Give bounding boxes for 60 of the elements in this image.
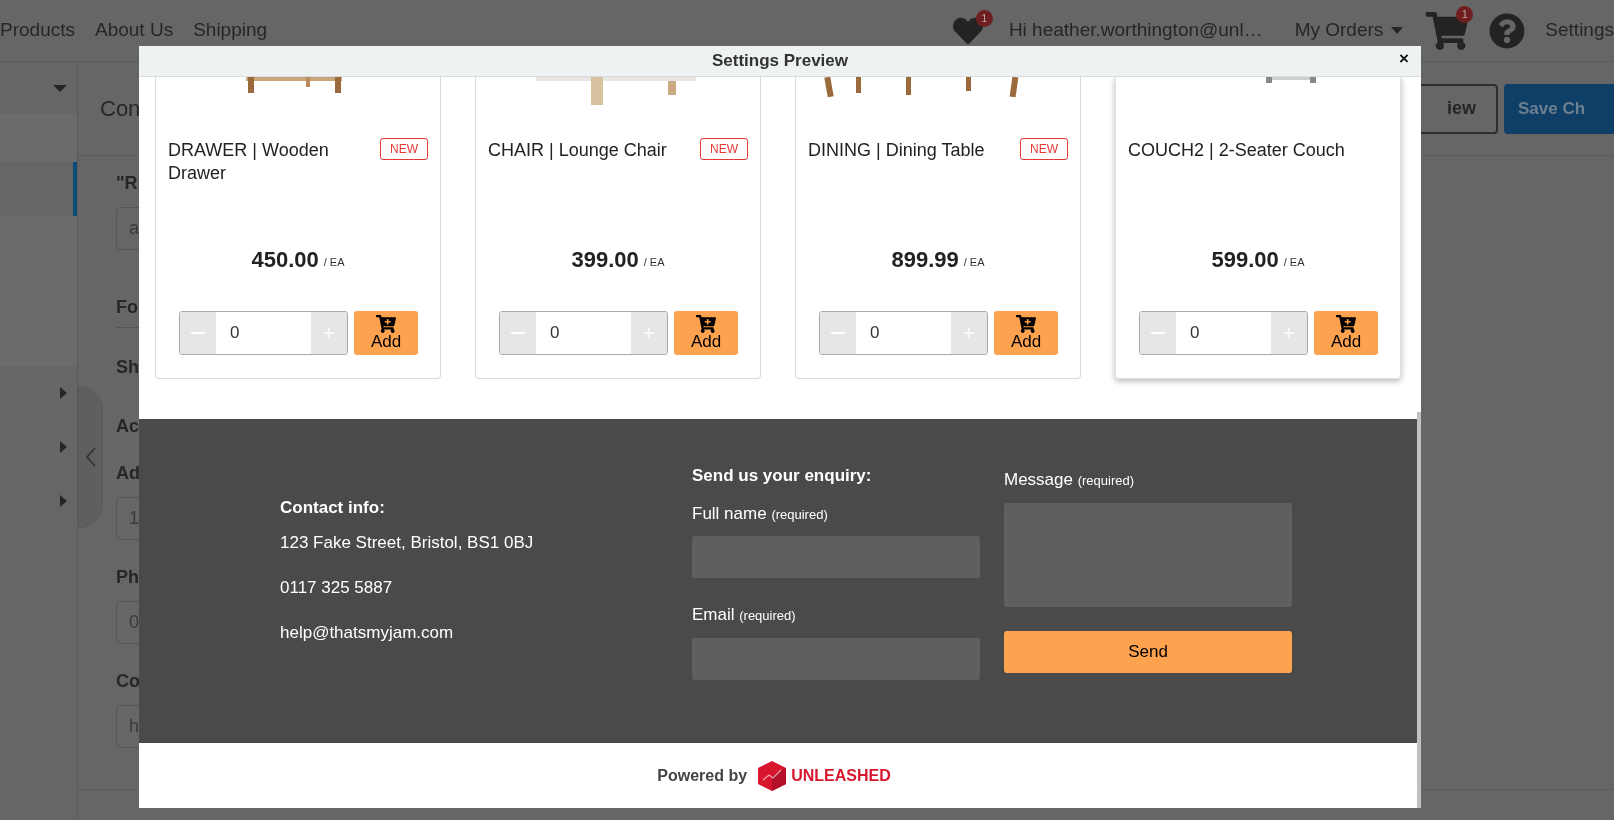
enquiry-heading: Send us your enquiry: [692, 465, 873, 487]
product-title[interactable]: DRAWER | Wooden Drawer [168, 139, 374, 185]
sidebar-item[interactable] [0, 216, 77, 366]
new-badge: NEW [380, 138, 428, 160]
close-button[interactable]: × [1397, 50, 1411, 67]
contact-line: 123 Fake Street, Bristol, BS1 0BJ [280, 531, 534, 554]
add-to-cart-button[interactable]: Add [354, 311, 418, 355]
notification-badge: 1 [975, 9, 993, 27]
price-unit: / EA [323, 254, 345, 270]
price-unit: / EA [963, 254, 985, 270]
cart-plus-icon [696, 315, 716, 333]
form-label: "R [116, 172, 138, 195]
cart-icon[interactable] [1425, 11, 1470, 50]
add-to-cart-button[interactable]: Add [1314, 311, 1378, 355]
form-label: Co [116, 670, 140, 693]
form-label: Sh [116, 356, 139, 379]
price-unit: / EA [643, 254, 665, 270]
dialog-title: Settings Preview [711, 50, 849, 73]
cart-plus-icon [376, 315, 396, 333]
scrollbar[interactable] [1417, 412, 1421, 808]
new-badge: NEW [700, 138, 748, 160]
price-unit: / EA [1283, 254, 1305, 270]
product-price: 450.00 [251, 245, 319, 274]
field-label: Message (required) [1004, 469, 1136, 491]
form-label: Fo [116, 297, 138, 317]
cart-plus-icon [1016, 315, 1036, 333]
field-label: Email (required) [692, 604, 797, 626]
contact-line: 0117 325 5887 [280, 576, 394, 599]
page-heading: Con [100, 95, 141, 123]
brand-name: UNLEASHED [791, 765, 891, 786]
product-price: 599.00 [1211, 245, 1279, 274]
product-title[interactable]: CHAIR | Lounge Chair [488, 139, 667, 162]
form-label: Ad [116, 462, 140, 485]
contact-line: help@thatsmyjam.com [280, 621, 455, 644]
chevron-left-icon [85, 447, 96, 467]
caret-icon [1391, 27, 1404, 34]
send-button[interactable]: Send [1004, 630, 1292, 673]
product-title[interactable]: COUCH2 | 2-Seater Couch [1128, 139, 1345, 162]
sidebar-collapse-handle[interactable] [78, 386, 103, 528]
powered-by-text: Powered by [657, 765, 748, 786]
expand-arrow-icon[interactable] [60, 387, 67, 399]
product-price: 399.00 [571, 245, 639, 274]
cart-plus-icon [1336, 315, 1356, 333]
expand-arrow-icon[interactable] [60, 441, 67, 453]
caret-icon[interactable] [53, 84, 67, 92]
notification-badge: 1 [1456, 5, 1474, 23]
contact-heading: Contact info: [280, 497, 386, 519]
form-label: Ph [116, 566, 139, 589]
cube-logo-icon [757, 759, 788, 792]
product-title[interactable]: DINING | Dining Table [808, 139, 985, 162]
help-icon[interactable] [1489, 12, 1526, 49]
form-label: Ac [116, 415, 139, 438]
add-to-cart-button[interactable]: Add [674, 311, 738, 355]
sidebar-item[interactable] [0, 114, 77, 162]
product-price: 899.99 [891, 245, 959, 274]
add-to-cart-button[interactable]: Add [994, 311, 1058, 355]
heart-icon[interactable] [950, 15, 985, 46]
new-badge: NEW [1020, 138, 1068, 160]
expand-arrow-icon[interactable] [60, 495, 67, 507]
field-label: Full name (required) [692, 502, 829, 525]
